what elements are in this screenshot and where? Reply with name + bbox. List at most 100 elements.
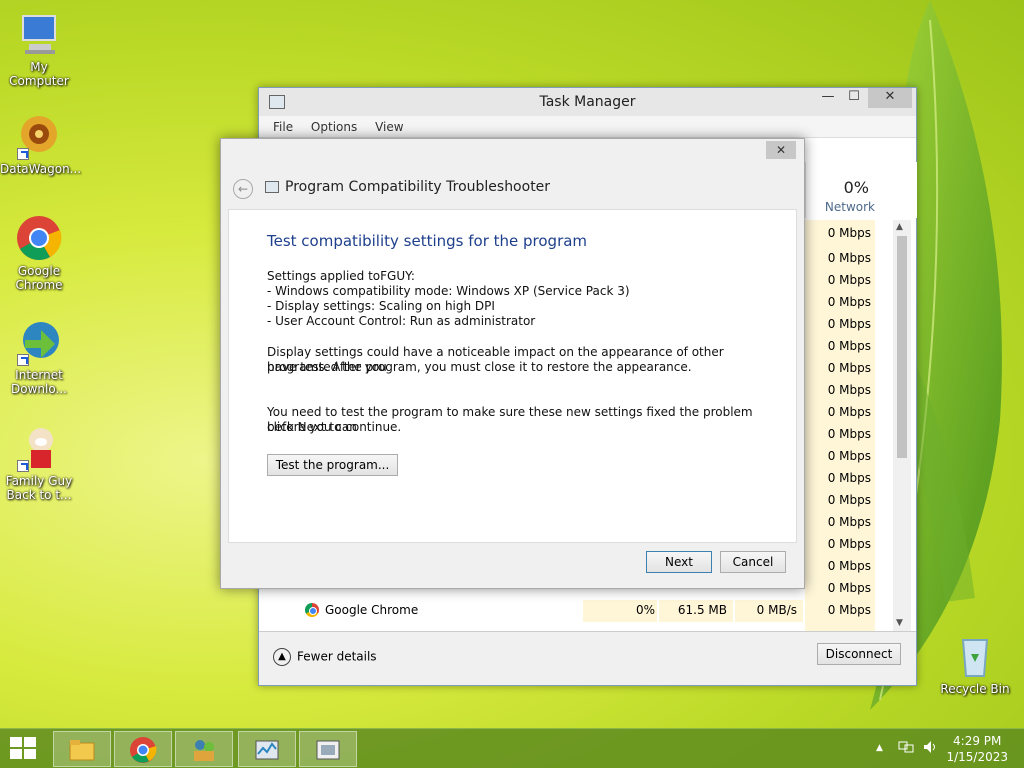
- task-manager-menubar: File Options View: [259, 116, 916, 138]
- windows-logo-pane: [24, 749, 36, 759]
- network-cell: 0 Mbps: [827, 226, 871, 240]
- network-cell: 0 Mbps: [827, 603, 871, 617]
- shortcut-arrow-icon: [17, 148, 29, 160]
- network-cell: 0 Mbps: [827, 427, 871, 441]
- desktop-icon-recycle-bin[interactable]: Recycle Bin: [936, 632, 1014, 696]
- process-list-scrollbar[interactable]: ▲ ▼: [893, 220, 911, 632]
- taskbar-task-manager[interactable]: [238, 731, 296, 767]
- datawagon-icon: [15, 112, 63, 160]
- menu-options[interactable]: Options: [311, 116, 357, 138]
- taskbar-chrome[interactable]: [114, 731, 172, 767]
- back-arrow-icon[interactable]: ←: [233, 179, 253, 199]
- menu-file[interactable]: File: [273, 116, 293, 138]
- network-cell: 0 Mbps: [827, 471, 871, 485]
- network-cell: 0 Mbps: [827, 537, 871, 551]
- network-cell: 0 Mbps: [827, 295, 871, 309]
- recycle-bin-icon: [951, 632, 999, 680]
- desktop-icon-label: Family Guy Back to t...: [5, 474, 73, 502]
- chrome-icon: [15, 214, 63, 262]
- show-hidden-icons-arrow[interactable]: ▲: [876, 743, 883, 753]
- dialog-close-button[interactable]: ✕: [766, 141, 796, 159]
- chrome-icon: [130, 737, 157, 763]
- dialog-body: Test compatibility settings for the prog…: [228, 209, 797, 543]
- folder-icon: [69, 740, 95, 761]
- desktop-icon-label: Internet Downlo...: [11, 368, 67, 396]
- computer-icon: [15, 10, 63, 58]
- next-button[interactable]: Next: [646, 551, 712, 573]
- desktop-icon-label: Recycle Bin: [940, 682, 1010, 696]
- maximize-button[interactable]: ☐: [840, 88, 868, 108]
- taskbar-troubleshooter[interactable]: [299, 731, 357, 767]
- start-button[interactable]: [10, 737, 38, 761]
- network-cell: 0 Mbps: [827, 339, 871, 353]
- chevron-up-icon: ▲: [273, 648, 291, 666]
- network-column-header[interactable]: 0% Network: [805, 162, 917, 218]
- network-cell: 0 Mbps: [827, 493, 871, 507]
- close-button[interactable]: ✕: [868, 88, 912, 108]
- network-label: Network: [824, 200, 875, 214]
- disconnect-button[interactable]: Disconnect: [817, 643, 901, 665]
- minimize-button[interactable]: —: [814, 88, 842, 108]
- troubleshooter-dialog[interactable]: ✕ ← Program Compatibility Troubleshooter…: [220, 138, 805, 589]
- process-memory: 61.5 MB: [659, 600, 733, 622]
- menu-view[interactable]: View: [375, 116, 403, 138]
- troubleshooter-icon: [265, 181, 279, 193]
- settings-line: Settings applied toFGUY:: [267, 269, 415, 283]
- network-cell: 0 Mbps: [827, 361, 871, 375]
- test-note-line: click Next to continue.: [267, 420, 402, 434]
- network-cell: 0 Mbps: [827, 449, 871, 463]
- page-heading: Test compatibility settings for the prog…: [267, 232, 588, 250]
- family-guy-icon: [15, 424, 63, 472]
- fewer-details-label: Fewer details: [297, 649, 377, 664]
- troubleshooter-icon: [316, 740, 340, 760]
- network-cell: 0 Mbps: [827, 273, 871, 287]
- scrollbar-thumb[interactable]: [897, 236, 907, 458]
- network-cell: 0 Mbps: [827, 515, 871, 529]
- scroll-up-icon[interactable]: ▲: [896, 222, 903, 232]
- test-program-button[interactable]: Test the program...: [267, 454, 398, 476]
- task-manager-footer: ▲ Fewer details Disconnect: [259, 631, 916, 685]
- network-cell: 0 Mbps: [827, 383, 871, 397]
- shortcut-arrow-icon: [17, 354, 29, 366]
- task-manager-icon: [255, 740, 279, 760]
- settings-line: - Windows compatibility mode: Windows XP…: [267, 284, 630, 298]
- desktop-icon-internet-download-manager[interactable]: Internet Downlo...: [0, 318, 78, 396]
- process-name: Google Chrome: [325, 603, 419, 617]
- scroll-down-icon[interactable]: ▼: [896, 618, 903, 628]
- process-disk: 0 MB/s: [735, 600, 803, 622]
- desktop-icon-datawagon[interactable]: DataWagon...: [0, 112, 82, 176]
- dialog-title: Program Compatibility Troubleshooter: [285, 179, 551, 195]
- network-cell: 0 Mbps: [827, 317, 871, 331]
- settings-line: - User Account Control: Run as administr…: [267, 314, 536, 328]
- network-cell: 0 Mbps: [827, 559, 871, 573]
- task-manager-titlebar[interactable]: Task Manager — ☐ ✕: [259, 88, 916, 116]
- taskbar-network-app[interactable]: [175, 731, 233, 767]
- windows-logo-pane: [24, 737, 36, 747]
- network-icon[interactable]: [898, 739, 914, 755]
- dialog-footer: Next Cancel: [228, 544, 797, 584]
- display-note-line: have tested the program, you must close …: [267, 360, 692, 374]
- fewer-details-link[interactable]: ▲ Fewer details: [273, 648, 377, 666]
- settings-line: - Display settings: Scaling on high DPI: [267, 299, 495, 313]
- clock-date: 1/15/2023: [946, 750, 1008, 764]
- desktop-icon-label: DataWagon...: [0, 162, 82, 176]
- desktop-icon-label: My Computer: [9, 60, 69, 88]
- network-percent: 0%: [843, 178, 869, 197]
- network-cell: 0 Mbps: [827, 581, 871, 595]
- idm-icon: [15, 318, 63, 366]
- cancel-button[interactable]: Cancel: [720, 551, 786, 573]
- chrome-icon: [305, 603, 319, 617]
- clock-time: 4:29 PM: [953, 734, 1002, 748]
- system-clock[interactable]: 4:29 PM 1/15/2023: [946, 733, 1008, 765]
- desktop-icon-family-guy[interactable]: Family Guy Back to t...: [0, 424, 78, 502]
- volume-icon[interactable]: [922, 739, 938, 755]
- network-users-icon: [194, 740, 214, 761]
- shortcut-arrow-icon: [17, 460, 29, 472]
- process-cpu: 0%: [583, 600, 657, 622]
- windows-logo-icon: [10, 737, 22, 747]
- taskbar-file-explorer[interactable]: [53, 731, 111, 767]
- taskbar: ▲ 4:29 PM 1/15/2023: [0, 728, 1024, 768]
- desktop-icon-my-computer[interactable]: My Computer: [0, 10, 78, 88]
- network-cell: 0 Mbps: [827, 251, 871, 265]
- desktop-icon-google-chrome[interactable]: Google Chrome: [0, 214, 78, 292]
